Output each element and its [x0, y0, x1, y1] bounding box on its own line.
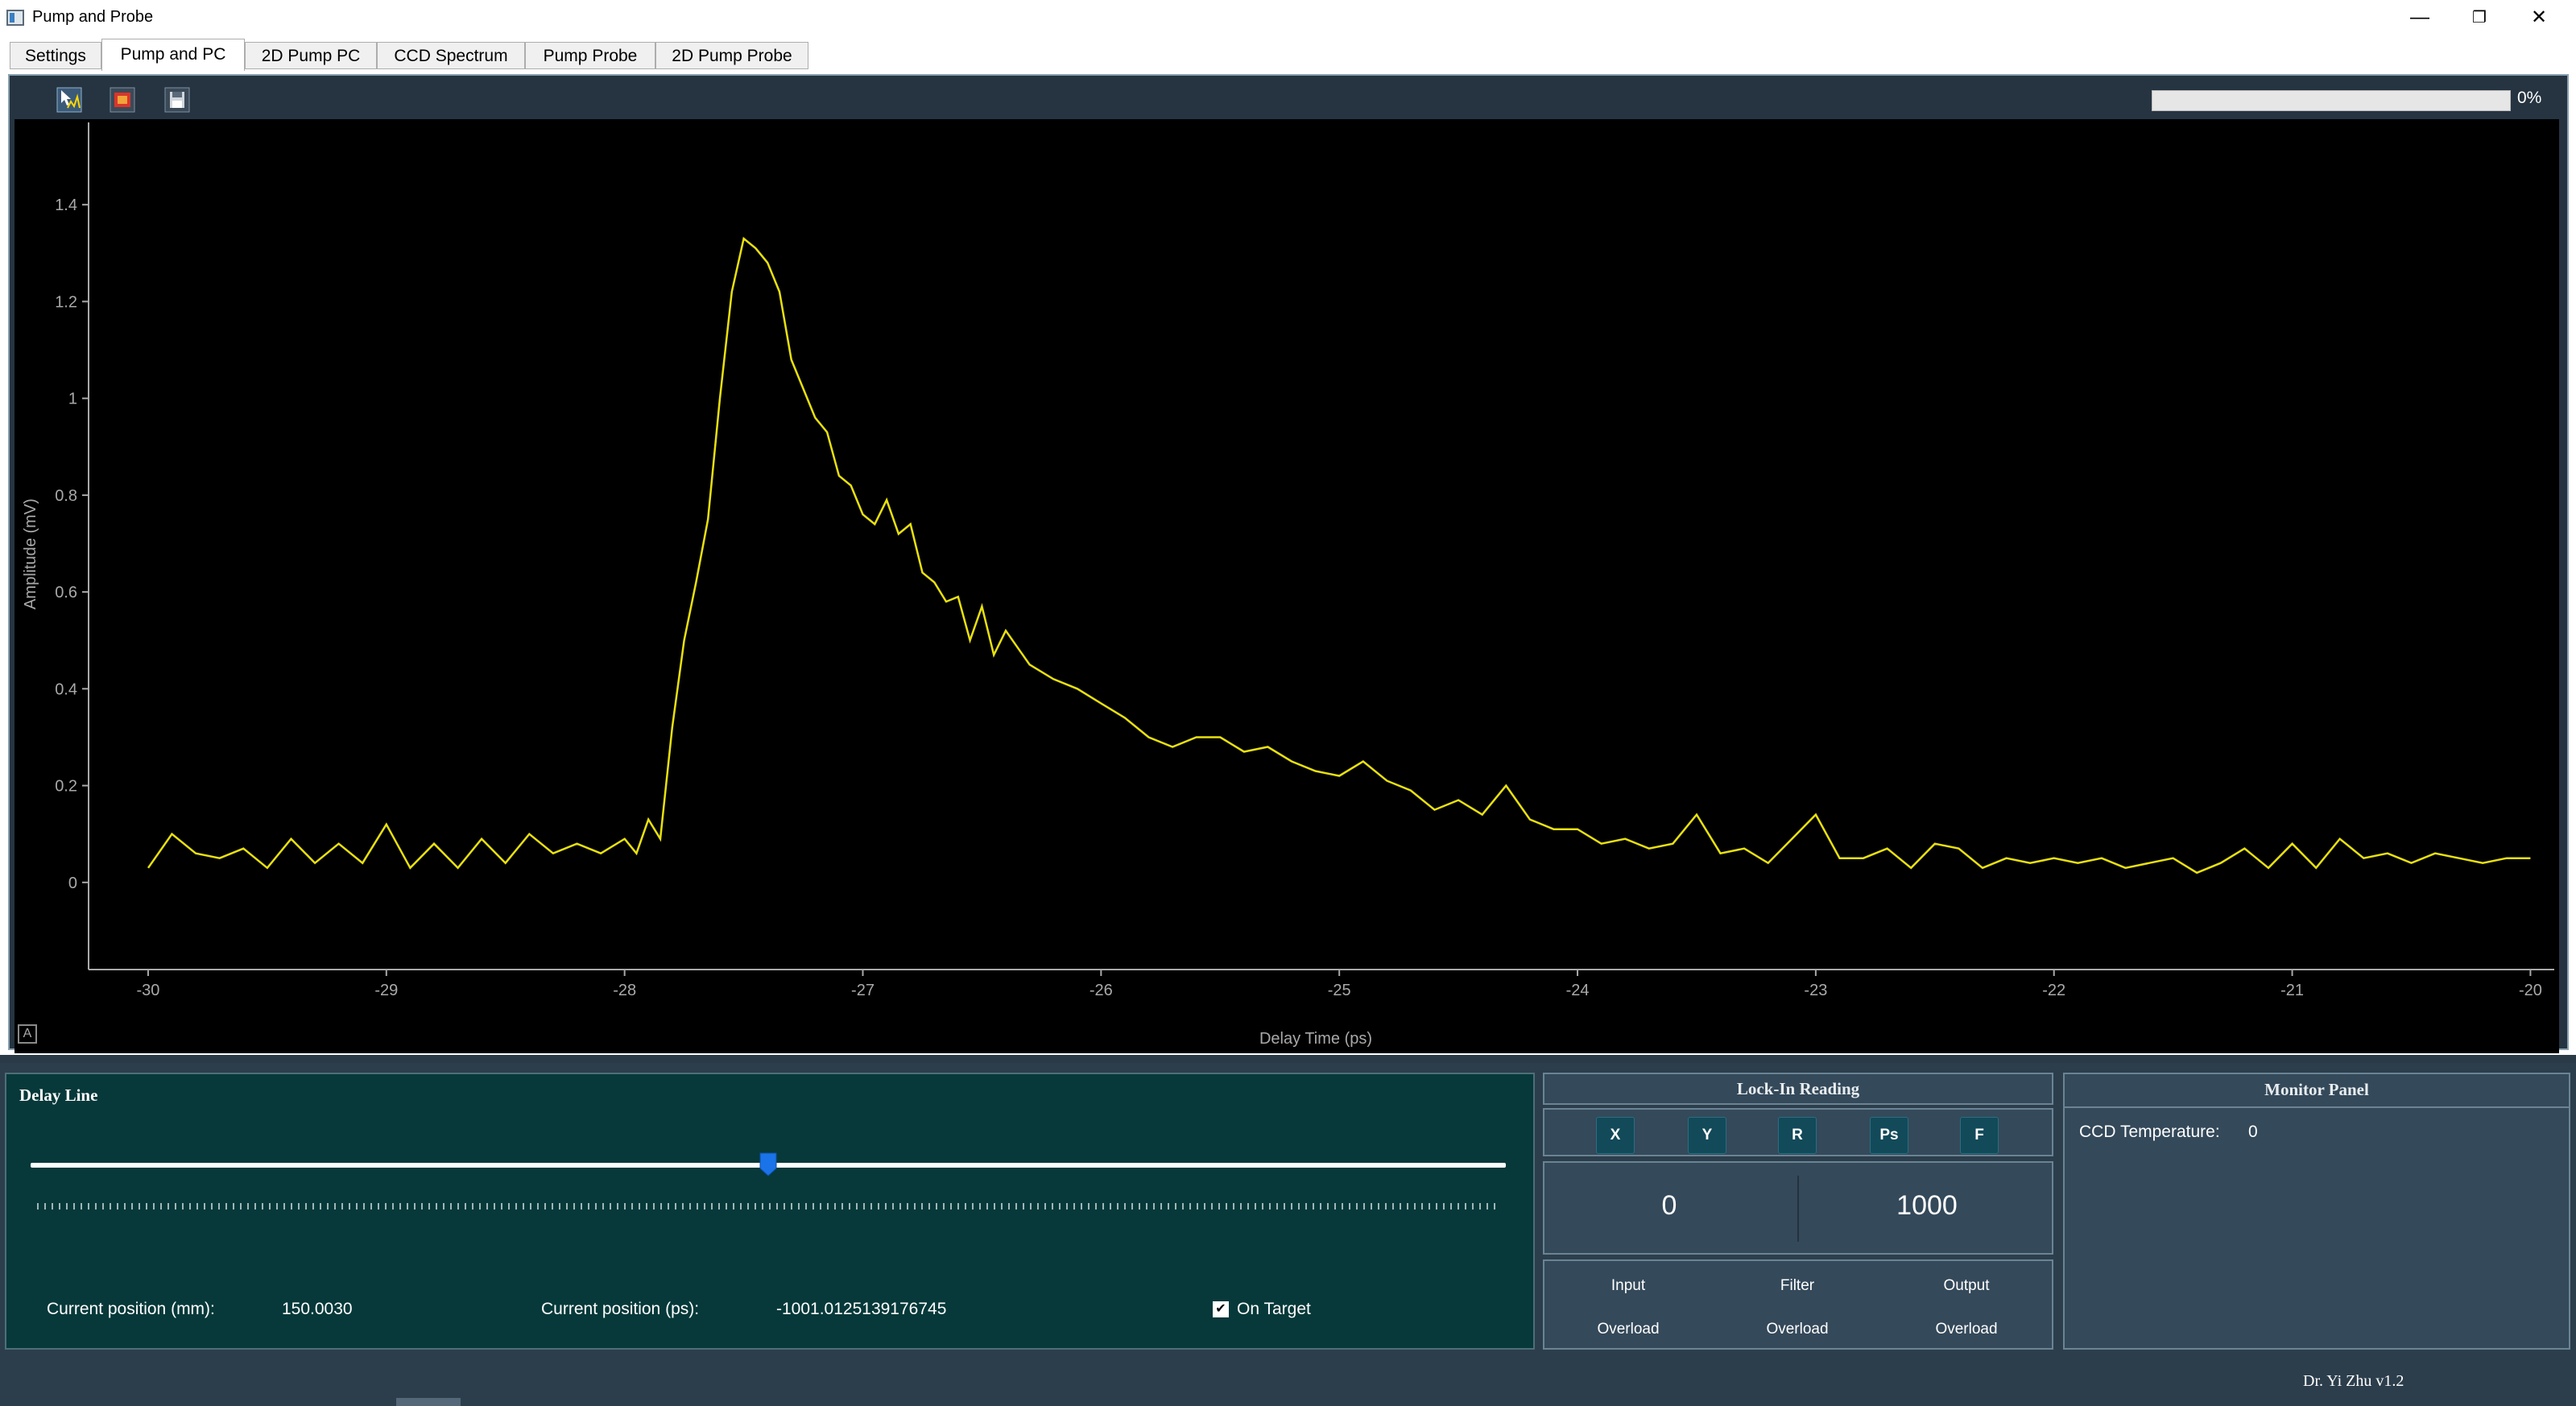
- x-tick-label: -24: [1566, 982, 1590, 999]
- x-tick-label: -25: [1328, 982, 1351, 999]
- x-tick-label: -23: [1804, 982, 1827, 999]
- x-tick-label: -26: [1090, 982, 1113, 999]
- y-axis-label: Amplitude (mV): [22, 498, 39, 610]
- output-label: Output: [1943, 1277, 1990, 1294]
- title-bar: Pump and Probe — ❐ ✕: [0, 0, 2576, 35]
- filter-overload-status: Overload: [1766, 1321, 1829, 1338]
- channel-ps-button[interactable]: Ps: [1870, 1117, 1908, 1154]
- position-ps-label: Current position (ps):: [541, 1300, 700, 1318]
- autoscale-button[interactable]: A: [18, 1024, 37, 1044]
- lockin-value-right: 1000: [1896, 1190, 1958, 1221]
- ccd-temperature-label: CCD Temperature:: [2079, 1123, 2220, 1141]
- y-tick-label: 1.4: [55, 196, 77, 214]
- channel-f-button[interactable]: F: [1960, 1117, 1999, 1154]
- y-tick-label: 0: [68, 875, 77, 892]
- tab-pump-and-pc[interactable]: Pump and PC: [101, 39, 245, 71]
- x-tick-label: -21: [2280, 982, 2304, 999]
- channel-x-button[interactable]: X: [1596, 1117, 1635, 1154]
- version-credit: Dr. Yi Zhu v1.2: [2303, 1372, 2404, 1390]
- tab-2d-pump-probe[interactable]: 2D Pump Probe: [655, 42, 808, 69]
- amplitude-chart: -30 -29 -28 -27 -26 -25 -24 -23 -22 -21 -20 0 0.2 0.…: [22, 122, 2554, 1048]
- on-target-checkbox[interactable]: ✔: [1213, 1301, 1229, 1317]
- stop-icon[interactable]: [110, 87, 135, 113]
- slider-ticks: [37, 1203, 1501, 1210]
- ccd-temperature-value: 0: [2248, 1123, 2258, 1141]
- delay-line-title: Delay Line: [19, 1086, 98, 1105]
- chart-cursor-icon[interactable]: [56, 87, 82, 113]
- overload-status: Input Filter Output Overload Overload Ov…: [1543, 1259, 2053, 1350]
- y-tick-label: 1.2: [55, 293, 77, 311]
- position-mm-value: 150.0030: [282, 1300, 353, 1318]
- filter-label: Filter: [1780, 1277, 1815, 1294]
- tab-2d-pump-pc[interactable]: 2D Pump PC: [245, 42, 377, 69]
- output-overload-status: Overload: [1935, 1321, 1998, 1338]
- minimize-button[interactable]: —: [2390, 2, 2450, 34]
- monitor-panel: Monitor Panel CCD Temperature: 0: [2063, 1073, 2570, 1350]
- x-tick-label: -20: [2519, 982, 2542, 999]
- input-label: Input: [1611, 1277, 1646, 1294]
- y-tick-label: 0.4: [55, 680, 77, 698]
- tab-pump-probe[interactable]: Pump Probe: [525, 42, 655, 69]
- bottom-panel: Delay Line Current position (mm): 150.00…: [0, 1063, 2576, 1406]
- y-tick-label: 0.6: [55, 584, 77, 602]
- close-button[interactable]: ✕: [2509, 2, 2569, 34]
- tab-settings[interactable]: Settings: [10, 42, 101, 69]
- x-axis-label: Delay Time (ps): [1259, 1030, 1372, 1048]
- monitor-title: Monitor Panel: [2065, 1074, 2569, 1108]
- save-icon[interactable]: [164, 87, 190, 113]
- lockin-title: Lock-In Reading: [1543, 1073, 2053, 1105]
- channel-r-button[interactable]: R: [1778, 1117, 1817, 1154]
- delay-line-panel: Delay Line Current position (mm): 150.00…: [5, 1073, 1535, 1350]
- app-icon: [6, 10, 24, 26]
- x-tick-label: -28: [613, 982, 636, 999]
- chart-area[interactable]: -30 -29 -28 -27 -26 -25 -24 -23 -22 -21 -20 0 0.2 0.…: [14, 119, 2559, 1053]
- channel-y-button[interactable]: Y: [1688, 1117, 1726, 1154]
- tab-ccd-spectrum[interactable]: CCD Spectrum: [377, 42, 525, 69]
- restore-button[interactable]: ❐: [2450, 2, 2509, 34]
- y-tick-label: 0.8: [55, 487, 77, 505]
- position-mm-label: Current position (mm):: [47, 1300, 215, 1318]
- y-tick-label: 1: [68, 391, 77, 408]
- value-divider: [1797, 1176, 1799, 1242]
- progress-bar: [2152, 90, 2511, 111]
- position-ps-value: -1001.0125139176745: [776, 1300, 947, 1318]
- lockin-value-left: 0: [1661, 1190, 1677, 1221]
- lockin-values: 0 1000: [1543, 1161, 2053, 1255]
- x-tick-label: -22: [2042, 982, 2065, 999]
- x-tick-label: -27: [851, 982, 875, 999]
- series-line: [147, 237, 2531, 875]
- x-tick-label: -30: [137, 982, 160, 999]
- y-tick-label: 0.2: [55, 778, 77, 796]
- horizontal-scrollbar[interactable]: [396, 1398, 461, 1406]
- input-overload-status: Overload: [1597, 1321, 1660, 1338]
- lockin-channel-buttons: X Y R Ps F: [1543, 1108, 2053, 1156]
- on-target-label: On Target: [1237, 1300, 1311, 1318]
- tab-bar: Settings Pump and PC 2D Pump PC CCD Spec…: [0, 35, 2576, 71]
- delay-slider-handle[interactable]: [759, 1152, 777, 1176]
- window-title: Pump and Probe: [32, 8, 154, 26]
- progress-text: 0%: [2517, 89, 2542, 107]
- x-tick-label: -29: [374, 982, 398, 999]
